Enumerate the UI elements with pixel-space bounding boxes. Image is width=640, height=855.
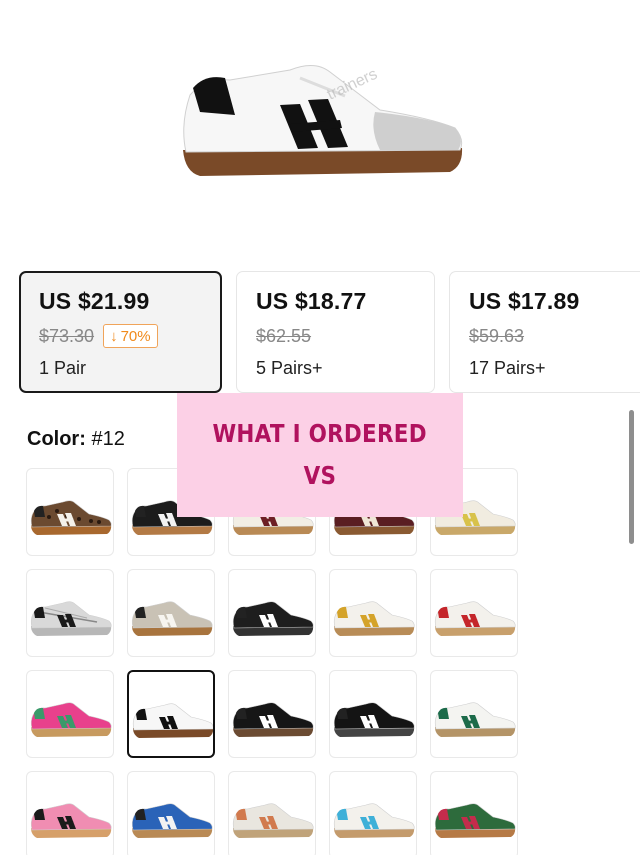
- color-swatch[interactable]: [329, 569, 417, 657]
- color-swatch[interactable]: [228, 670, 316, 758]
- shoe-thumbnail: [132, 703, 213, 738]
- shoe-thumbnail: [434, 803, 516, 838]
- tier-original-price: $73.30: [39, 325, 95, 346]
- color-swatch[interactable]: [26, 468, 114, 556]
- color-swatch[interactable]: [329, 771, 417, 855]
- color-swatch[interactable]: [329, 670, 417, 758]
- color-label-value: #12: [91, 428, 125, 450]
- tier-price: US $21.99: [39, 288, 150, 314]
- shoe-thumbnail: [30, 702, 112, 737]
- product-hero-image: trainers: [0, 0, 640, 255]
- scrollbar[interactable]: [629, 410, 634, 544]
- shoe-thumbnail: [333, 803, 415, 838]
- shoe-thumbnail: [30, 500, 112, 535]
- color-label-key: Color:: [27, 428, 86, 450]
- down-arrow-icon: ↓: [110, 327, 118, 345]
- price-tier-1[interactable]: US $21.99 $73.30 ↓ 70% 1 Pair: [19, 271, 222, 393]
- shoe-thumbnail: [131, 601, 213, 636]
- shoe-thumbnail: [434, 702, 516, 737]
- shoe-thumbnail: [232, 601, 314, 636]
- shoe-thumbnail: [333, 702, 415, 737]
- color-swatch[interactable]: [26, 569, 114, 657]
- shoe-thumbnail: [434, 601, 516, 636]
- color-swatch[interactable]: [26, 771, 114, 855]
- color-swatch[interactable]: [127, 771, 215, 855]
- color-swatch[interactable]: [430, 670, 518, 758]
- color-swatch[interactable]: [26, 670, 114, 758]
- tier-original-price: $59.63: [469, 325, 525, 346]
- shoe-thumbnail: [30, 601, 112, 636]
- discount-badge: ↓ 70%: [103, 324, 158, 348]
- sneaker-illustration: trainers: [183, 65, 463, 176]
- price-tier-3[interactable]: US $17.89 $59.63 17 Pairs+: [449, 271, 640, 393]
- color-swatch[interactable]: [228, 771, 316, 855]
- shoe-thumbnail: [232, 702, 314, 737]
- caption-line-1: WHAT I ORDERED: [212, 419, 428, 448]
- tier-price: US $17.89: [469, 288, 580, 314]
- tier-quantity: 5 Pairs+: [256, 358, 323, 378]
- color-swatch[interactable]: [430, 771, 518, 855]
- shoe-thumbnail: [131, 803, 213, 838]
- tier-quantity: 1 Pair: [39, 358, 87, 378]
- color-swatch[interactable]: [127, 670, 215, 758]
- shoe-thumbnail: [333, 601, 415, 636]
- caption-line-2: VS: [303, 461, 337, 490]
- color-swatch[interactable]: [430, 569, 518, 657]
- color-swatch[interactable]: [127, 569, 215, 657]
- color-swatch[interactable]: [228, 569, 316, 657]
- tier-original-price: $62.55: [256, 325, 312, 346]
- tier-quantity: 17 Pairs+: [469, 358, 546, 378]
- color-selection-label: Color: #12: [27, 427, 125, 451]
- price-tier-2[interactable]: US $18.77 $62.55 5 Pairs+: [236, 271, 435, 393]
- tier-price: US $18.77: [256, 288, 367, 314]
- caption-overlay: WHAT I ORDERED VS: [177, 393, 463, 517]
- shoe-thumbnail: [232, 803, 314, 838]
- discount-percent: 70%: [120, 327, 151, 345]
- shoe-thumbnail: [30, 803, 112, 838]
